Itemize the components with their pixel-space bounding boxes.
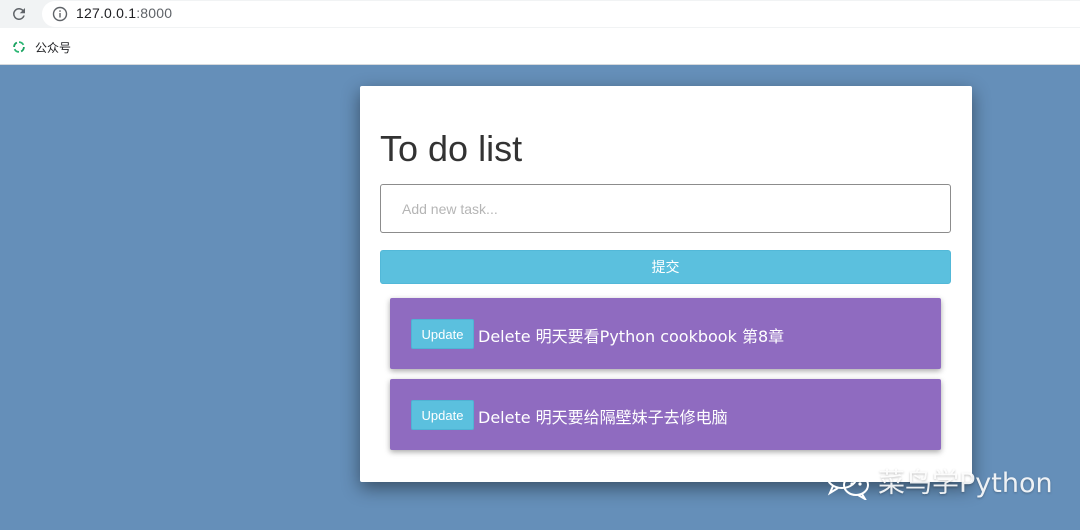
new-task-input[interactable] <box>380 184 951 233</box>
task-text-row: Delete 明天要看Python cookbook 第8章 <box>478 323 784 347</box>
url-port: :8000 <box>136 5 173 21</box>
todo-card: To do list 提交 Update Delete 明天要看Python c… <box>360 86 972 482</box>
bookmark-item[interactable]: 公众号 <box>11 38 71 56</box>
bookmark-label: 公众号 <box>35 40 72 55</box>
update-button[interactable]: Update <box>411 319 474 349</box>
url-host: 127.0.0.1 <box>76 5 137 21</box>
url-text[interactable]: 127.0.0.1:8000 <box>76 5 172 21</box>
refresh-logo-icon <box>13 41 25 53</box>
wechat-logo-icon <box>826 463 869 500</box>
task-item: Update Delete 明天要看Python cookbook 第8章 <box>390 298 941 369</box>
task-text: 明天要给隔壁妹子去修电脑 <box>535 408 728 427</box>
task-text-row: Delete 明天要给隔壁妹子去修电脑 <box>478 404 728 428</box>
watermark-text: 菜鸟学Python <box>878 467 1053 499</box>
reload-icon[interactable] <box>10 5 28 23</box>
info-icon[interactable] <box>52 6 68 22</box>
bookmarks-bar: 公众号 <box>0 28 1080 65</box>
submit-button[interactable]: 提交 <box>380 250 951 284</box>
delete-link[interactable]: Delete <box>478 408 531 427</box>
task-text: 明天要看Python cookbook 第8章 <box>535 327 785 346</box>
task-list: Update Delete 明天要看Python cookbook 第8章 Up… <box>390 298 942 460</box>
address-bar[interactable] <box>42 1 1080 27</box>
task-item: Update Delete 明天要给隔壁妹子去修电脑 <box>390 379 941 450</box>
page-title: To do list <box>380 128 523 169</box>
update-button[interactable]: Update <box>411 400 474 430</box>
delete-link[interactable]: Delete <box>478 327 531 346</box>
browser-toolbar: 127.0.0.1:8000 <box>0 0 1080 28</box>
watermark: 菜鸟学Python <box>824 460 1053 500</box>
